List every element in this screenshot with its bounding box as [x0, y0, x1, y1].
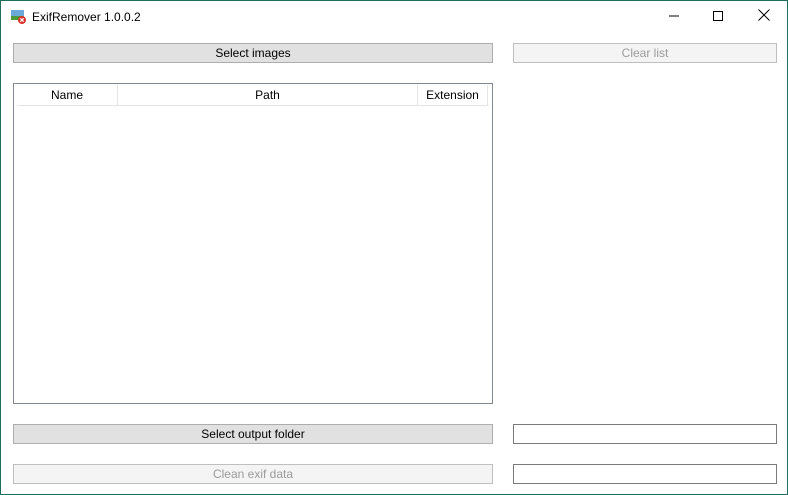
- select-output-folder-button[interactable]: Select output folder: [13, 424, 493, 444]
- select-images-label: Select images: [215, 46, 291, 60]
- app-window: ExifRemover 1.0.0.2 Select images Clear …: [0, 0, 788, 495]
- select-images-button[interactable]: Select images: [13, 43, 493, 63]
- window-title: ExifRemover 1.0.0.2: [32, 10, 141, 24]
- clean-exif-label: Clean exif data: [212, 467, 294, 481]
- close-icon: [758, 9, 770, 24]
- column-header-name[interactable]: Name: [17, 85, 118, 105]
- minimize-button[interactable]: [651, 1, 697, 32]
- maximize-button[interactable]: [695, 1, 741, 32]
- image-list-view[interactable]: Name Path Extension: [13, 83, 493, 404]
- list-header: Name Path Extension: [17, 85, 489, 106]
- output-folder-field[interactable]: [513, 424, 777, 444]
- close-button[interactable]: [741, 1, 787, 32]
- app-icon: [11, 10, 27, 24]
- clear-list-button[interactable]: Clear list: [513, 43, 777, 63]
- clean-exif-button[interactable]: Clean exif data: [13, 464, 493, 484]
- column-header-extension[interactable]: Extension: [418, 85, 488, 105]
- column-header-path[interactable]: Path: [118, 85, 418, 105]
- maximize-icon: [713, 10, 723, 24]
- minimize-icon: [669, 10, 679, 24]
- status-field[interactable]: [513, 464, 777, 484]
- clear-list-label: Clear list: [621, 46, 669, 60]
- select-output-folder-label: Select output folder: [201, 427, 305, 441]
- title-bar[interactable]: ExifRemover 1.0.0.2: [1, 1, 787, 32]
